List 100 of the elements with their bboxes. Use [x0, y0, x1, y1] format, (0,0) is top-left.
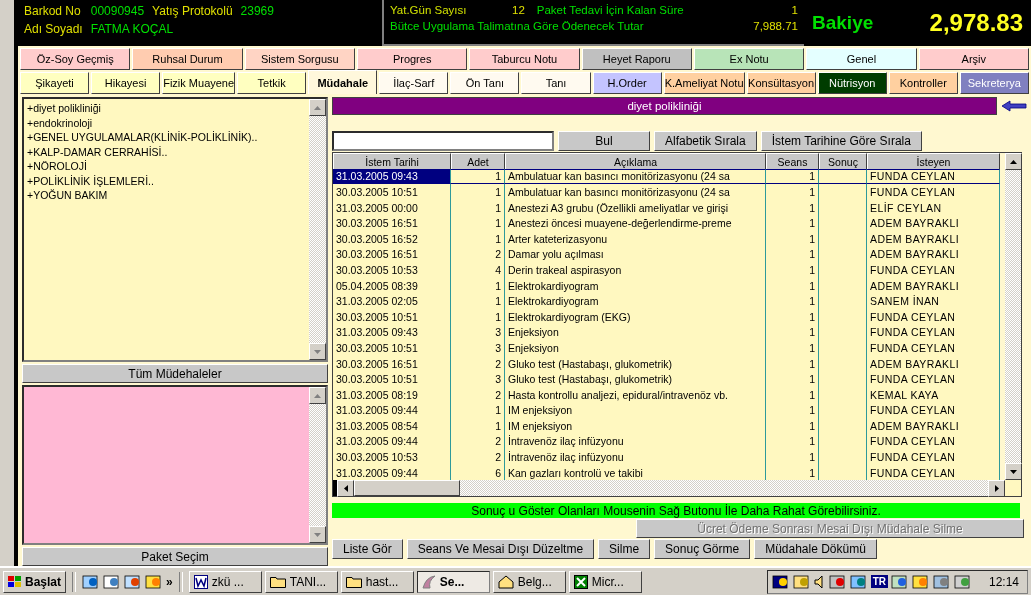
category-item[interactable]: +endokrinoloji: [27, 115, 306, 130]
app-icon: [421, 574, 436, 589]
package-select-button[interactable]: Paket Seçim: [22, 547, 328, 566]
language-indicator[interactable]: TR: [870, 575, 888, 588]
tab[interactable]: Taburcu Notu: [469, 48, 580, 70]
table-cell: 3: [451, 371, 505, 387]
tab[interactable]: Şikayeti: [20, 72, 90, 94]
tab[interactable]: Sekreterya: [959, 72, 1029, 94]
table-cell: 1: [451, 418, 505, 434]
table-cell: 30.03.2005 10:51: [333, 184, 451, 200]
category-item[interactable]: +GENEL UYGULAMALAR(KLİNİK-POLİKLİNİK)..: [27, 130, 306, 145]
toolbar-button[interactable]: Bul: [558, 131, 650, 151]
taskbar-button[interactable]: Belg...: [492, 570, 566, 593]
table-cell: SANEM İNAN: [867, 293, 1000, 309]
balance-value: 2,978.83: [929, 9, 1023, 37]
tab[interactable]: H.Order: [592, 72, 662, 94]
tab[interactable]: Tetkik: [237, 72, 307, 94]
table-cell: 1: [766, 293, 819, 309]
tab[interactable]: Fizik Muayene: [162, 72, 236, 94]
protocol-value: 23969: [240, 4, 274, 18]
scroll-down-icon: [314, 532, 321, 537]
table-cell: İntravenöz ilaç infüzyonu: [505, 449, 766, 465]
document-icon: [193, 574, 208, 589]
action-button[interactable]: Silme: [598, 539, 651, 560]
table-cell: 1: [766, 449, 819, 465]
scroll-up-icon: [314, 393, 321, 398]
taskbar-button[interactable]: hast...: [340, 570, 414, 593]
payable-amount-label: Bütce Uygulama Talimatına Göre Ödenecek Tutar: [390, 20, 644, 32]
tab[interactable]: Ruhsal Durum: [132, 48, 243, 70]
tray-icon[interactable]: [771, 573, 790, 590]
tab[interactable]: Tanı: [521, 72, 591, 94]
table-cell: 4: [451, 262, 505, 278]
scrollbar[interactable]: [1005, 153, 1021, 481]
action-button[interactable]: Seans Ve Mesai Dışı Düzeltme: [406, 539, 595, 560]
toolbar-button[interactable]: Alfabetik Sırala: [654, 131, 757, 151]
table-cell: 1: [451, 215, 505, 231]
tab[interactable]: Heyet Raporu: [581, 48, 692, 70]
toolbar-button[interactable]: İstem Tarihine Göre Sırala: [760, 131, 922, 151]
taskbar-button[interactable]: TANI...: [264, 570, 338, 593]
tab[interactable]: Hikayesi: [91, 72, 161, 94]
tab[interactable]: Konsültasyon: [746, 72, 816, 94]
balance-label: Bakiye: [812, 12, 874, 34]
scroll-up-icon: [1010, 159, 1017, 164]
taskbar-button[interactable]: Se...: [416, 570, 490, 593]
tab[interactable]: Ön Tanı: [450, 72, 520, 94]
table-cell: 30.03.2005 10:51: [333, 371, 451, 387]
tab[interactable]: Ex Notu: [693, 48, 805, 70]
tab[interactable]: Öz-Soy Geçmiş: [20, 48, 131, 70]
category-item[interactable]: +KALP-DAMAR CERRAHİSİ..: [27, 144, 306, 159]
table-cell: FUNDA CEYLAN: [867, 340, 1000, 356]
table-cell: ADEM BAYRAKLI: [867, 215, 1000, 231]
tab[interactable]: Sistem Sorgusu: [244, 48, 355, 70]
tab[interactable]: Arşiv: [918, 48, 1029, 70]
tab[interactable]: Genel: [806, 48, 917, 70]
tab[interactable]: Progres: [357, 48, 468, 70]
table-cell: 1: [766, 215, 819, 231]
table-cell: FUNDA CEYLAN: [867, 184, 1000, 200]
protocol-label: Yatış Protokolü: [152, 4, 233, 18]
scroll-up-icon: [314, 105, 321, 110]
table-cell: 30.03.2005 10:53: [333, 262, 451, 278]
patient-name-label: Adı Soyadı: [24, 22, 83, 36]
table-cell: FUNDA CEYLAN: [867, 371, 1000, 387]
spreadsheet-icon: [573, 574, 588, 589]
scrollbar[interactable]: [309, 387, 326, 543]
tab[interactable]: İlaç-Sarf: [379, 72, 449, 94]
windows-flag-icon: [8, 575, 22, 588]
scrollbar[interactable]: [309, 99, 326, 360]
action-button[interactable]: Müdahale Dökümü: [754, 539, 877, 560]
table-cell: 30.03.2005 10:53: [333, 449, 451, 465]
action-button[interactable]: Liste Gör: [332, 539, 403, 560]
tab[interactable]: Nütrisyon: [817, 72, 887, 94]
folder-icon: [269, 575, 286, 588]
speaker-icon[interactable]: [813, 574, 826, 589]
table-cell: FUNDA CEYLAN: [867, 262, 1000, 278]
category-item[interactable]: +YOĞUN BAKIM: [27, 188, 306, 203]
table-cell: 1: [451, 184, 505, 200]
more-chevron[interactable]: »: [166, 574, 173, 589]
remaining-value: 1: [791, 4, 798, 16]
table-cell: Gluko test (Hastabaşı, glukometrik): [505, 371, 766, 387]
search-field[interactable]: [332, 131, 554, 151]
table-cell: 1: [451, 293, 505, 309]
tab[interactable]: Kontroller: [888, 72, 958, 94]
arrow-left-icon[interactable]: [1001, 99, 1027, 112]
barcode-label: Barkod No: [24, 4, 82, 18]
all-procedures-button[interactable]: Tüm Müdehaleler: [22, 364, 328, 383]
table-cell: 31.03.2005 02:05: [333, 293, 451, 309]
taskbar-button[interactable]: Micr...: [568, 570, 642, 593]
category-item[interactable]: +NÖROLOJİ: [27, 159, 306, 174]
horizontal-scrollbar[interactable]: [333, 480, 1021, 497]
clock: 12:14: [988, 574, 1019, 589]
remaining-label: Paket Tedavi İçin Kalan Süre: [536, 4, 684, 16]
category-item[interactable]: +POLİKLİNİK İŞLEMLERİ..: [27, 173, 306, 188]
taskbar-button[interactable]: zkü ...: [188, 570, 262, 593]
action-button[interactable]: Sonuç Görme: [654, 539, 751, 560]
folder-icon: [345, 575, 362, 588]
table-cell: 1: [766, 371, 819, 387]
tab[interactable]: Müdahale: [308, 70, 378, 94]
category-item[interactable]: +diyet polikliniği: [27, 101, 306, 116]
tab[interactable]: K.Ameliyat Notu: [663, 72, 745, 94]
start-button[interactable]: Başlat: [3, 570, 67, 593]
